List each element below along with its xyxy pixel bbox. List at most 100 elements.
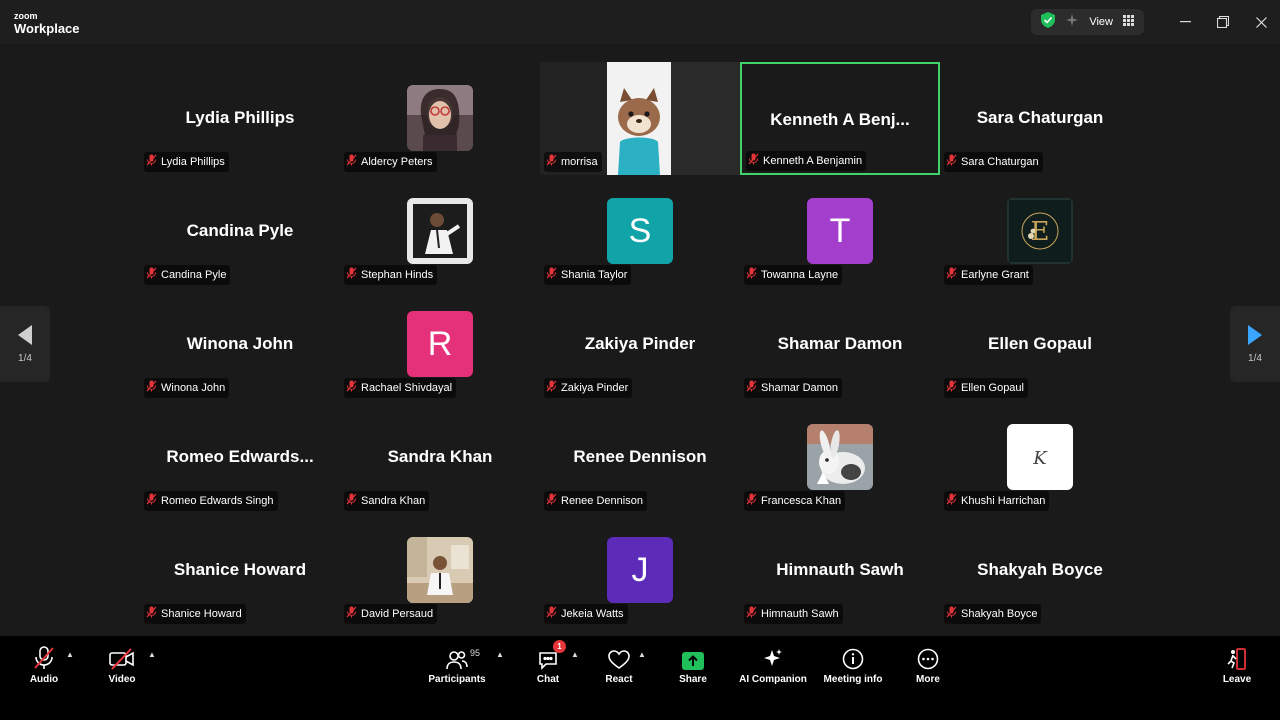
participants-options-caret[interactable]: ▲ bbox=[496, 650, 504, 659]
participant-tile[interactable]: Zakiya Pinder Zakiya Pinder bbox=[540, 288, 740, 401]
participant-tile[interactable]: Stephan Hinds bbox=[340, 175, 540, 288]
participant-tile[interactable]: Renee Dennison Renee Dennison bbox=[540, 401, 740, 514]
participant-tile[interactable]: Sandra Khan Sandra Khan bbox=[340, 401, 540, 514]
chat-badge: 1 bbox=[553, 640, 566, 653]
participant-name-tag: Romeo Edwards Singh bbox=[144, 491, 278, 511]
participant-tile[interactable]: Sara Chaturgan Sara Chaturgan bbox=[940, 62, 1140, 175]
next-page-button[interactable]: 1/4 bbox=[1230, 306, 1280, 382]
participant-display-name: Shakyah Boyce bbox=[977, 560, 1103, 579]
previous-page-button[interactable]: 1/4 bbox=[0, 306, 50, 382]
participant-name-tag: Sara Chaturgan bbox=[944, 152, 1043, 172]
participant-tile[interactable]: David Persaud bbox=[340, 514, 540, 627]
mic-muted-icon bbox=[546, 492, 557, 510]
participant-name-tag: Earlyne Grant bbox=[944, 265, 1033, 285]
participant-name-label: Jekeia Watts bbox=[561, 608, 624, 620]
participant-name-label: Francesca Khan bbox=[761, 495, 842, 507]
participant-name-tag: Towanna Layne bbox=[744, 265, 843, 285]
participant-tile[interactable]: Shakyah Boyce Shakyah Boyce bbox=[940, 514, 1140, 627]
avatar-photo bbox=[807, 424, 873, 490]
participant-tile[interactable]: S Shania Taylor bbox=[540, 175, 740, 288]
participant-tile[interactable]: Lydia Phillips Lydia Phillips bbox=[140, 62, 340, 175]
mic-muted-icon bbox=[346, 379, 357, 397]
shield-icon[interactable] bbox=[1041, 11, 1056, 33]
sparkle-icon[interactable] bbox=[1065, 13, 1079, 32]
view-button[interactable]: View bbox=[1089, 16, 1113, 28]
participant-name-tag: Shakyah Boyce bbox=[944, 604, 1042, 624]
grid-icon[interactable] bbox=[1123, 13, 1134, 31]
brand-main: Workplace bbox=[14, 21, 80, 36]
avatar-initial: R bbox=[407, 311, 473, 377]
share-label: Share bbox=[679, 674, 707, 685]
avatar-initial: S bbox=[607, 198, 673, 264]
participant-tile[interactable]: Winona John Winona John bbox=[140, 288, 340, 401]
mic-muted-icon bbox=[546, 605, 557, 623]
share-button[interactable]: Share bbox=[653, 644, 733, 685]
participant-tile[interactable]: Francesca Khan bbox=[740, 401, 940, 514]
chat-label: Chat bbox=[536, 674, 560, 685]
participant-tile[interactable]: J Jekeia Watts bbox=[540, 514, 740, 627]
participant-display-name: Zakiya Pinder bbox=[584, 334, 696, 353]
participant-tile[interactable]: Romeo Edwards... Romeo Edwards Singh bbox=[140, 401, 340, 514]
react-options-caret[interactable]: ▲ bbox=[638, 650, 646, 659]
participant-tile[interactable]: T Towanna Layne bbox=[740, 175, 940, 288]
mic-muted-icon bbox=[746, 492, 757, 510]
mic-muted-icon bbox=[346, 605, 357, 623]
participants-count: 95 bbox=[470, 648, 481, 658]
participant-tile[interactable]: Kenneth A Benj... Kenneth A Benjamin bbox=[740, 62, 940, 175]
participant-name-tag: David Persaud bbox=[344, 604, 438, 624]
mic-muted-icon bbox=[346, 153, 357, 171]
avatar-photo bbox=[407, 85, 473, 151]
avatar-initial: J bbox=[607, 537, 673, 603]
participant-name-label: Sara Chaturgan bbox=[961, 156, 1039, 168]
participant-name-tag: Himnauth Sawh bbox=[744, 604, 843, 624]
leave-icon bbox=[1227, 644, 1247, 670]
leave-button[interactable]: Leave bbox=[1197, 644, 1277, 685]
participant-tile[interactable]: Aldercy Peters bbox=[340, 62, 540, 175]
participant-name-label: Rachael Shivdayal bbox=[361, 382, 453, 394]
video-label: Video bbox=[108, 674, 136, 685]
chat-options-caret[interactable]: ▲ bbox=[571, 650, 579, 659]
participant-tile[interactable]: Shanice Howard Shanice Howard bbox=[140, 514, 340, 627]
meeting-info-button[interactable]: Meeting info bbox=[813, 644, 893, 685]
participant-name-tag: Shamar Damon bbox=[744, 378, 843, 398]
mic-muted-icon bbox=[546, 153, 557, 171]
participant-tile[interactable]: Himnauth Sawh Himnauth Sawh bbox=[740, 514, 940, 627]
video-options-caret[interactable]: ▲ bbox=[148, 650, 156, 659]
minimize-button[interactable] bbox=[1166, 0, 1204, 44]
participant-tile[interactable]: E Earlyne Grant bbox=[940, 175, 1140, 288]
avatar-initial: T bbox=[807, 198, 873, 264]
mic-muted-icon bbox=[146, 379, 157, 397]
ai-companion-label: AI Companion bbox=[739, 674, 807, 685]
participant-tile[interactable]: Ellen Gopaul Ellen Gopaul bbox=[940, 288, 1140, 401]
participant-name-label: Earlyne Grant bbox=[961, 269, 1029, 281]
react-label: React bbox=[605, 674, 633, 685]
participant-display-name: Kenneth A Benj... bbox=[770, 110, 910, 129]
participant-grid: Lydia Phillips Lydia Phillips Aldercy Pete… bbox=[140, 62, 1140, 627]
participant-name-label: Zakiya Pinder bbox=[561, 382, 629, 394]
mic-muted-icon bbox=[746, 266, 757, 284]
chat-icon: 1 bbox=[538, 640, 566, 670]
react-button[interactable]: React bbox=[579, 644, 659, 685]
participant-tile[interactable]: R Rachael Shivdayal bbox=[340, 288, 540, 401]
participant-tile[interactable]: morrisa bbox=[540, 62, 740, 175]
participant-name-tag: Shanice Howard bbox=[144, 604, 246, 624]
participant-display-name: Ellen Gopaul bbox=[988, 334, 1092, 353]
participant-tile[interactable]: Shamar Damon Shamar Damon bbox=[740, 288, 940, 401]
meeting-gallery: 1/4 1/4 Lydia Phillips Lydia Phillips Alde… bbox=[0, 44, 1280, 636]
title-bar: zoom Workplace View bbox=[0, 0, 1280, 44]
participants-button[interactable]: Participants bbox=[417, 644, 497, 685]
more-button[interactable]: More bbox=[888, 644, 968, 685]
audio-options-caret[interactable]: ▲ bbox=[66, 650, 74, 659]
close-button[interactable] bbox=[1242, 0, 1280, 44]
participant-display-name: Shamar Damon bbox=[777, 334, 903, 353]
mic-muted-icon bbox=[946, 153, 957, 171]
participant-name-label: Romeo Edwards Singh bbox=[161, 495, 274, 507]
participant-tile[interactable]: K Khushi Harrichan bbox=[940, 401, 1140, 514]
participant-tile[interactable]: Candina Pyle Candina Pyle bbox=[140, 175, 340, 288]
restore-button[interactable] bbox=[1204, 0, 1242, 44]
participant-name-label: David Persaud bbox=[361, 608, 434, 620]
participant-name-tag: Khushi Harrichan bbox=[944, 491, 1050, 511]
mic-muted-icon bbox=[346, 492, 357, 510]
ai-companion-button[interactable]: AI Companion bbox=[733, 644, 813, 685]
meeting-info-label: Meeting info bbox=[823, 674, 883, 685]
